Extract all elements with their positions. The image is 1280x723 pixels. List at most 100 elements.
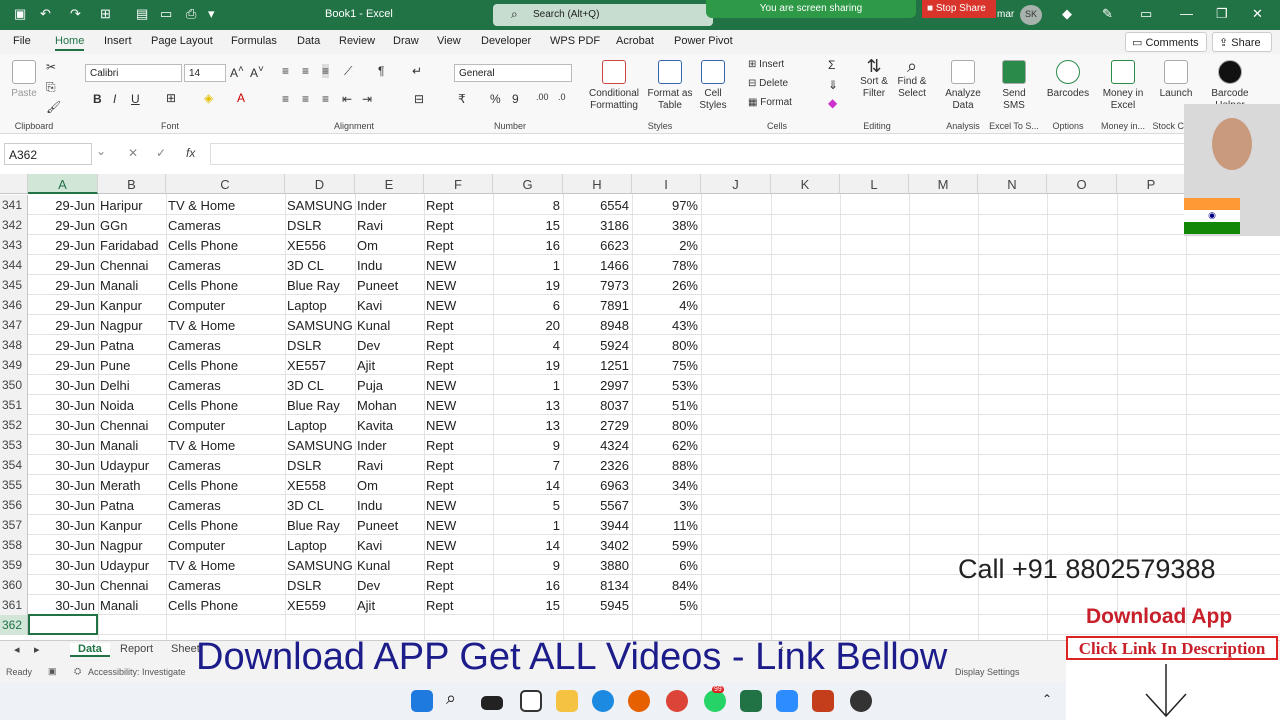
cell-d[interactable]: Blue Ray	[287, 395, 355, 415]
cell-e[interactable]	[357, 615, 424, 635]
col-header-p[interactable]: P	[1117, 174, 1186, 194]
cell-g[interactable]: 8	[495, 195, 563, 215]
print-icon[interactable]: ⎙	[186, 6, 196, 22]
cell-f[interactable]: NEW	[426, 255, 493, 275]
cell-c[interactable]: Cameras	[168, 455, 285, 475]
cell-h[interactable]: 5924	[565, 335, 632, 355]
row-header[interactable]: 352	[0, 415, 28, 435]
col-header-g[interactable]: G	[493, 174, 563, 194]
cell-e[interactable]: Inder	[357, 435, 424, 455]
cell-b[interactable]: Faridabad	[100, 235, 166, 255]
cell-f[interactable]: Rept	[426, 335, 493, 355]
cell-f[interactable]: Rept	[426, 555, 493, 575]
cell-e[interactable]: Kunal	[357, 315, 424, 335]
borders-icon[interactable]: ⊞	[100, 6, 111, 22]
cell-b[interactable]: Nagpur	[100, 535, 166, 555]
task-view-icon[interactable]	[481, 696, 503, 710]
cell-g[interactable]: 6	[495, 295, 563, 315]
cell-c[interactable]: Cameras	[168, 335, 285, 355]
cell-i[interactable]: 62%	[634, 435, 701, 455]
cell-h[interactable]: 3880	[565, 555, 632, 575]
cell-b[interactable]: Patna	[100, 335, 166, 355]
cell-h[interactable]: 2326	[565, 455, 632, 475]
italic-button[interactable]: I	[113, 92, 116, 106]
cell-h[interactable]	[565, 615, 632, 635]
row-header[interactable]: 362	[0, 615, 28, 635]
col-header-j[interactable]: J	[701, 174, 771, 194]
cell-d[interactable]: DSLR	[287, 455, 355, 475]
cell-c[interactable]: TV & Home	[168, 555, 285, 575]
cell-g[interactable]: 19	[495, 275, 563, 295]
sheet-tab-report[interactable]: Report	[120, 643, 153, 655]
search-box[interactable]: ⌕ Search (Alt+Q)	[493, 4, 713, 26]
align-middle-icon[interactable]: ≡	[302, 64, 309, 78]
cell-i[interactable]: 2%	[634, 235, 701, 255]
insert-cells-button[interactable]: ⊞ Insert	[748, 59, 784, 70]
row-header[interactable]: 356	[0, 495, 28, 515]
cell-g[interactable]: 7	[495, 455, 563, 475]
fill-color-button[interactable]: ◈	[204, 91, 213, 105]
font-color-button[interactable]: A	[237, 91, 245, 105]
cell-b[interactable]: Manali	[100, 275, 166, 295]
cell-e[interactable]: Om	[357, 235, 424, 255]
cell-f[interactable]: NEW	[426, 375, 493, 395]
cell-a[interactable]: 29-Jun	[30, 235, 98, 255]
cell-c[interactable]: Cells Phone	[168, 395, 285, 415]
cell-b[interactable]: Merath	[100, 475, 166, 495]
cell-e[interactable]: Ravi	[357, 215, 424, 235]
stop-share-button[interactable]: ■ Stop Share	[922, 0, 996, 18]
cell-c[interactable]: TV & Home	[168, 315, 285, 335]
cell-styles-button[interactable]: Cell Styles	[694, 60, 732, 112]
cell-d[interactable]: SAMSUNG	[287, 555, 355, 575]
file-explorer-icon[interactable]	[556, 690, 578, 712]
cell-f[interactable]: Rept	[426, 575, 493, 595]
cell-h[interactable]: 6554	[565, 195, 632, 215]
cell-a[interactable]: 29-Jun	[30, 255, 98, 275]
accessibility-status[interactable]: Accessibility: Investigate	[88, 667, 186, 677]
cell-f[interactable]: Rept	[426, 215, 493, 235]
cell-d[interactable]: XE557	[287, 355, 355, 375]
cell-f[interactable]: NEW	[426, 515, 493, 535]
cell-d[interactable]: Laptop	[287, 415, 355, 435]
money-in-excel-button[interactable]: Money in Excel	[1102, 60, 1144, 112]
cell-e[interactable]: Ajit	[357, 595, 424, 615]
cell-d[interactable]: 3D CL	[287, 255, 355, 275]
cell-f[interactable]: Rept	[426, 235, 493, 255]
row-header[interactable]: 350	[0, 375, 28, 395]
cell-e[interactable]: Ajit	[357, 355, 424, 375]
cell-h[interactable]: 5945	[565, 595, 632, 615]
cell-c[interactable]: TV & Home	[168, 195, 285, 215]
decrease-indent-icon[interactable]: ⇤	[342, 92, 352, 106]
cell-c[interactable]: TV & Home	[168, 435, 285, 455]
cell-d[interactable]: SAMSUNG	[287, 435, 355, 455]
font-size-select[interactable]: 14	[184, 64, 226, 82]
search-taskbar-icon[interactable]: ⌕	[446, 688, 468, 710]
cell-e[interactable]: Puneet	[357, 275, 424, 295]
cell-g[interactable]: 1	[495, 375, 563, 395]
col-header-m[interactable]: M	[909, 174, 978, 194]
cell-c[interactable]: Cameras	[168, 575, 285, 595]
cell-e[interactable]: Puja	[357, 375, 424, 395]
cell-h[interactable]: 2729	[565, 415, 632, 435]
row-header[interactable]: 360	[0, 575, 28, 595]
cell-d[interactable]: DSLR	[287, 215, 355, 235]
cell-e[interactable]: Kunal	[357, 555, 424, 575]
cell-g[interactable]: 9	[495, 435, 563, 455]
edge-icon[interactable]	[592, 690, 614, 712]
cell-i[interactable]: 51%	[634, 395, 701, 415]
align-left-icon[interactable]: ≡	[282, 92, 289, 106]
cell-g[interactable]: 15	[495, 595, 563, 615]
cell-a[interactable]: 30-Jun	[30, 575, 98, 595]
cell-d[interactable]: Blue Ray	[287, 275, 355, 295]
format-painter-icon[interactable]: 🖌	[46, 100, 61, 114]
ribbon-display-icon[interactable]: ▭	[1140, 6, 1152, 22]
cell-h[interactable]: 7973	[565, 275, 632, 295]
cell-e[interactable]: Indu	[357, 255, 424, 275]
cell-i[interactable]: 34%	[634, 475, 701, 495]
cell-f[interactable]: Rept	[426, 455, 493, 475]
cell-g[interactable]: 9	[495, 555, 563, 575]
cell-f[interactable]: Rept	[426, 315, 493, 335]
tab-developer[interactable]: Developer	[481, 35, 531, 47]
increase-decimal-icon[interactable]: .00	[536, 92, 549, 102]
text-direction-icon[interactable]: ¶	[378, 64, 384, 78]
